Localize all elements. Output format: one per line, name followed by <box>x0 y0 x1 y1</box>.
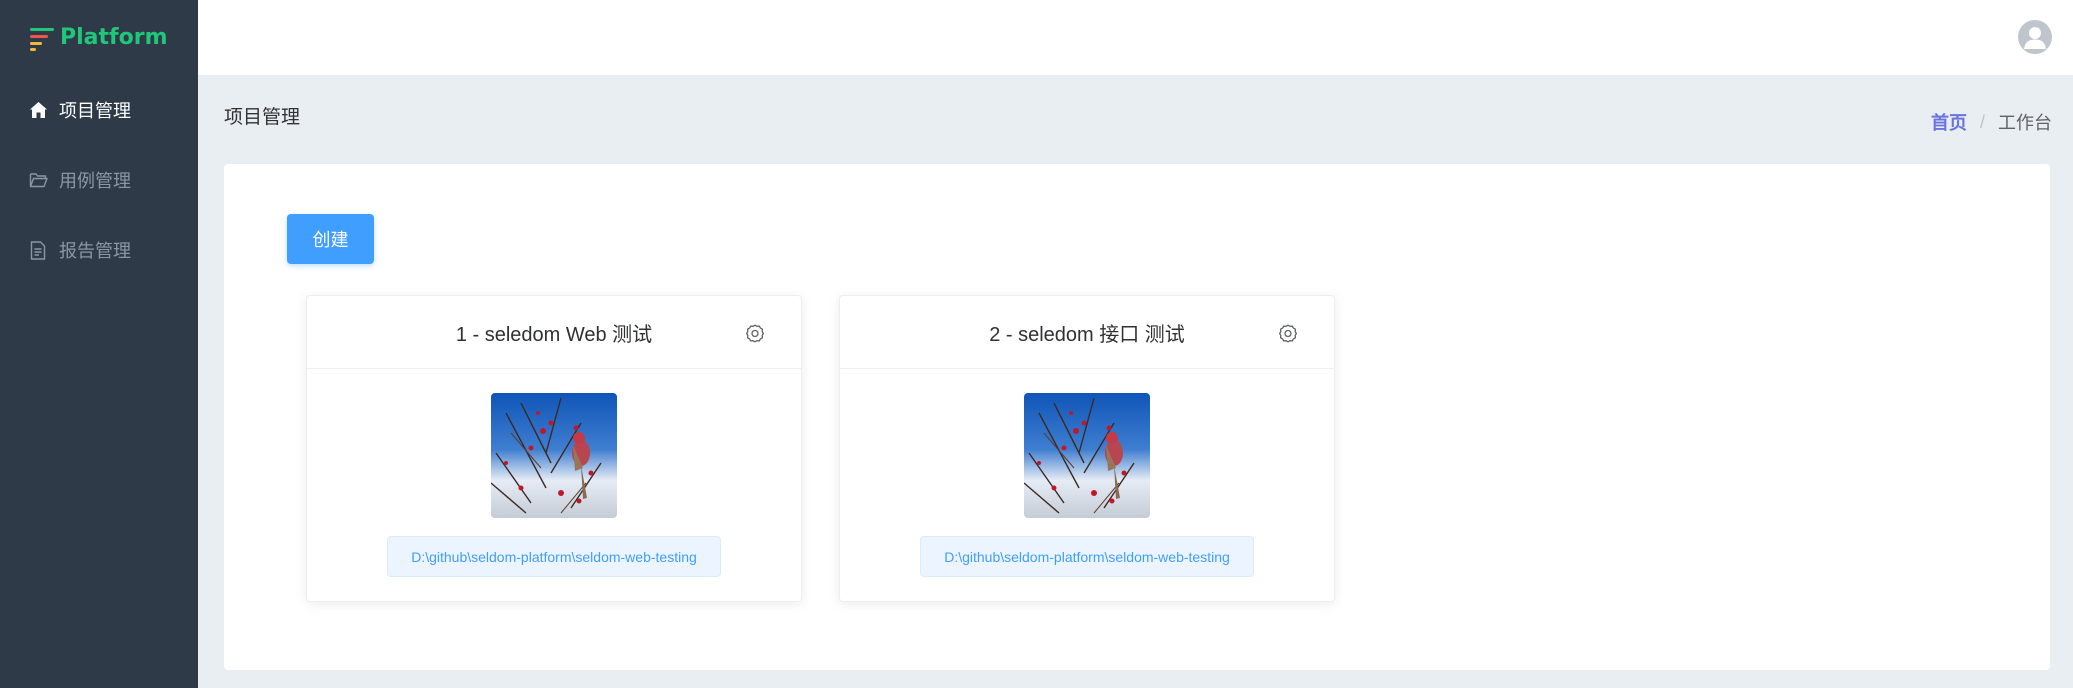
breadcrumb-home-link[interactable]: 首页 <box>1931 109 1967 135</box>
brand-icon <box>30 26 54 51</box>
sidebar-item-reports[interactable]: 报告管理 <box>0 215 198 285</box>
card-header: 1 - seledom Web 测试 <box>307 296 801 369</box>
brand-name: Platform <box>60 24 168 50</box>
sidebar-item-projects[interactable]: 项目管理 <box>0 75 198 145</box>
sidebar-item-label: 报告管理 <box>59 241 131 261</box>
breadcrumb-current: 工作台 <box>1998 113 2052 133</box>
gear-icon[interactable] <box>745 323 765 343</box>
sidebar-item-label: 项目管理 <box>59 101 131 121</box>
project-card: 2 - seledom 接口 测试 D:\github\seldom-platf… <box>839 295 1335 602</box>
project-path-tag: D:\github\seldom-platform\seldom-web-tes… <box>920 536 1254 577</box>
project-path-tag: D:\github\seldom-platform\seldom-web-tes… <box>387 536 721 577</box>
bird-on-branch-image <box>1024 393 1150 518</box>
home-icon <box>28 100 48 120</box>
project-card: 1 - seledom Web 测试 D:\github\seldom-plat… <box>306 295 802 602</box>
brand-logo[interactable]: Platform <box>30 22 168 52</box>
document-icon <box>28 240 48 260</box>
sidebar-item-label: 用例管理 <box>59 171 131 191</box>
folder-icon <box>28 170 48 190</box>
project-title: 2 - seledom 接口 测试 <box>989 323 1185 346</box>
page-title: 项目管理 <box>224 107 301 128</box>
project-title: 1 - seledom Web 测试 <box>455 323 653 346</box>
breadcrumb: 首页 / 工作台 <box>1931 109 2052 135</box>
bird-on-branch-image <box>491 393 617 518</box>
card-header: 2 - seledom 接口 测试 <box>840 296 1334 369</box>
breadcrumb-separator: / <box>1979 111 1985 132</box>
sidebar-item-cases[interactable]: 用例管理 <box>0 145 198 215</box>
user-avatar-icon[interactable] <box>2018 20 2052 54</box>
gear-icon[interactable] <box>1278 323 1298 343</box>
top-header <box>198 0 2073 75</box>
sidebar: Platform 项目管理 用例管理 报告管理 <box>0 0 198 688</box>
create-project-button[interactable]: 创建 <box>287 214 374 264</box>
main-panel: 创建 1 - seledom Web 测试 D:\github\seldom-p… <box>224 164 2050 670</box>
